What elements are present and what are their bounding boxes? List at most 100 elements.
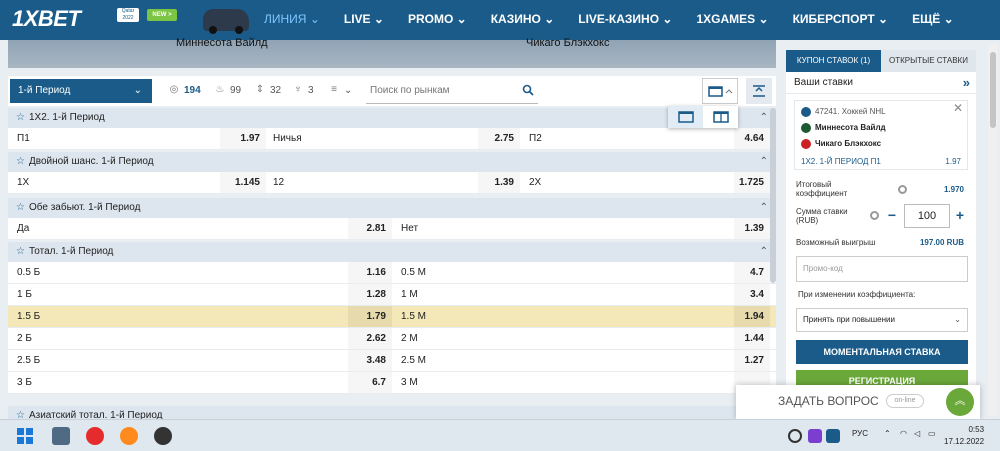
outcome-label[interactable]: 0.5 Б xyxy=(8,262,348,283)
outcome-label[interactable]: Нет xyxy=(392,218,734,239)
outcome-odd[interactable]: 2.62 xyxy=(348,328,392,349)
page-scrollbar[interactable] xyxy=(988,44,998,416)
markets-scrollbar[interactable] xyxy=(770,108,776,283)
star-icon[interactable]: ☆ xyxy=(16,202,25,213)
language-indicator[interactable]: РУС xyxy=(852,429,868,438)
wifi-icon[interactable]: ◠ xyxy=(900,429,907,438)
gear-icon[interactable] xyxy=(870,211,879,220)
outcome-odd[interactable]: 1.145 xyxy=(220,172,266,193)
new-badge[interactable]: NEW > xyxy=(147,9,177,21)
promo-car-image[interactable] xyxy=(203,9,249,34)
outcome-label[interactable]: 1.5 Б xyxy=(8,306,348,327)
outcome-label[interactable]: 1 Б xyxy=(8,284,348,305)
firefox-icon[interactable] xyxy=(120,427,138,445)
outcome-label[interactable]: П2 xyxy=(520,128,734,149)
nav-item-esports[interactable]: КИБЕРСПОРТ ⌄ xyxy=(793,0,889,40)
instant-bet-button[interactable]: МОМЕНТАЛЬНАЯ СТАВКА xyxy=(796,340,968,364)
battery-icon[interactable]: ▭ xyxy=(928,429,936,438)
star-icon[interactable]: ☆ xyxy=(16,246,25,257)
chevron-up-icon[interactable]: ⌃ xyxy=(760,108,768,128)
outcome-odd[interactable]: 4.7 xyxy=(734,262,770,283)
outcome-label[interactable]: П1 xyxy=(8,128,220,149)
outcome-odd[interactable]: 1.79 xyxy=(348,306,392,327)
filter-all[interactable]: ◎ 194 xyxy=(168,84,201,96)
market-header[interactable]: ☆ Двойной шанс. 1-й Период ⌃ xyxy=(8,152,776,172)
app-w-icon[interactable] xyxy=(154,427,172,445)
chevron-up-icon[interactable]: ⌃ xyxy=(760,198,768,218)
outcome-label[interactable]: Ничья xyxy=(264,128,478,149)
chevron-up-icon[interactable]: ︽ xyxy=(946,388,974,416)
gear-icon[interactable] xyxy=(898,185,907,194)
volume-icon[interactable]: ◁ xyxy=(914,429,920,438)
collapse-all-button[interactable] xyxy=(746,78,772,104)
outcome-odd[interactable]: 1.97 xyxy=(220,128,266,149)
nav-item-casino[interactable]: КАЗИНО ⌄ xyxy=(491,0,555,40)
taskbar-clock[interactable]: 0:53 17.12.2022 xyxy=(944,424,984,448)
search-icon[interactable] xyxy=(522,84,534,96)
nav-item-line[interactable]: ЛИНИЯ ⌄ xyxy=(264,0,320,40)
double-chevron-right-icon[interactable]: » xyxy=(963,72,970,94)
tray-pen-icon[interactable] xyxy=(808,429,822,443)
outcome-label[interactable]: 2Х xyxy=(520,172,734,193)
market-header[interactable]: ☆ Тотал. 1-й Период ⌃ xyxy=(8,242,776,262)
outcome-label[interactable]: 12 xyxy=(264,172,478,193)
chevron-up-icon[interactable]: ⌃ xyxy=(760,152,768,172)
tray-shield-icon[interactable] xyxy=(826,429,840,443)
filter-cup[interactable]: ♆ 3 xyxy=(292,84,313,96)
filter-sort[interactable]: ⇕ 32 xyxy=(254,84,281,96)
coef-change-select[interactable]: Принять при повышении ⌄ xyxy=(796,308,968,332)
nav-item-1xgames[interactable]: 1XGAMES ⌄ xyxy=(696,0,768,40)
outcome-odd[interactable]: 1.725 xyxy=(734,172,770,193)
outcome-label[interactable]: 1 М xyxy=(392,284,734,305)
stake-input[interactable]: 100 xyxy=(904,204,950,228)
tab-open-bets[interactable]: ОТКРЫТЫЕ СТАВКИ xyxy=(881,50,976,72)
outcome-label[interactable]: 1Х xyxy=(8,172,220,193)
market-header[interactable]: ☆ 1Х2. 1-й Период ⌃ xyxy=(8,108,776,128)
outcome-odd[interactable]: 1.27 xyxy=(734,350,770,371)
chevron-up-icon[interactable]: ⌃ xyxy=(884,429,891,438)
period-select[interactable]: 1-й Период ⌄ xyxy=(10,79,152,103)
outcome-label[interactable]: 2 Б xyxy=(8,328,348,349)
outcome-odd[interactable]: 1.39 xyxy=(734,218,770,239)
outcome-odd[interactable]: 3.48 xyxy=(348,350,392,371)
chevron-up-icon[interactable]: ⌃ xyxy=(760,242,768,262)
outcome-odd[interactable]: 3.4 xyxy=(734,284,770,305)
nav-item-more[interactable]: ЕЩЁ ⌄ xyxy=(912,0,954,40)
layout-double-option[interactable] xyxy=(703,106,738,128)
outcome-odd[interactable]: 2.81 xyxy=(348,218,392,239)
market-header[interactable]: ☆ Обе забьют. 1-й Период ⌃ xyxy=(8,198,776,218)
stake-plus-button[interactable]: + xyxy=(950,204,970,228)
star-icon[interactable]: ☆ xyxy=(16,156,25,167)
stake-minus-button[interactable]: − xyxy=(882,204,902,228)
nav-item-promo[interactable]: PROMO ⌄ xyxy=(408,0,467,40)
market-search-input[interactable] xyxy=(366,78,516,102)
outcome-odd[interactable]: 4.64 xyxy=(734,128,770,149)
yandex-browser-icon[interactable] xyxy=(86,427,104,445)
outcome-label[interactable]: 2.5 М xyxy=(392,350,734,371)
tab-coupon[interactable]: КУПОН СТАВОК (1) xyxy=(786,50,881,72)
star-icon[interactable]: ☆ xyxy=(16,112,25,123)
outcome-label[interactable]: 0.5 М xyxy=(392,262,734,283)
promo-code-input[interactable]: Промо-код xyxy=(796,256,968,282)
site-logo[interactable]: 1XBET xyxy=(12,6,81,32)
outcome-odd[interactable]: 1.44 xyxy=(734,328,770,349)
windows-start-icon[interactable] xyxy=(16,427,34,445)
outcome-label[interactable]: 1.5 М xyxy=(392,306,734,327)
nav-item-live-casino[interactable]: LIVE-КАЗИНО ⌄ xyxy=(578,0,672,40)
calculator-icon[interactable] xyxy=(52,427,70,445)
layout-single-option[interactable] xyxy=(668,106,703,128)
outcome-odd[interactable]: 1.39 xyxy=(478,172,520,193)
outcome-label[interactable]: 3 Б xyxy=(8,372,348,393)
outcome-odd[interactable]: 1.16 xyxy=(348,262,392,283)
scrollbar-thumb[interactable] xyxy=(990,52,996,128)
outcome-odd[interactable]: 1.28 xyxy=(348,284,392,305)
close-icon[interactable]: ✕ xyxy=(953,101,963,115)
outcome-label[interactable]: Да xyxy=(8,218,348,239)
outcome-odd[interactable]: 1.94 xyxy=(734,306,770,327)
outcome-label[interactable]: 3 М xyxy=(392,372,734,393)
ask-question-widget[interactable]: ЗАДАТЬ ВОПРОС on-line ︽ xyxy=(736,385,980,419)
outcome-odd[interactable]: 6.7 xyxy=(348,372,392,393)
tray-app-icon[interactable] xyxy=(788,429,802,443)
layout-toggle-button[interactable] xyxy=(702,78,738,104)
nav-item-live[interactable]: LIVE ⌄ xyxy=(344,0,384,40)
